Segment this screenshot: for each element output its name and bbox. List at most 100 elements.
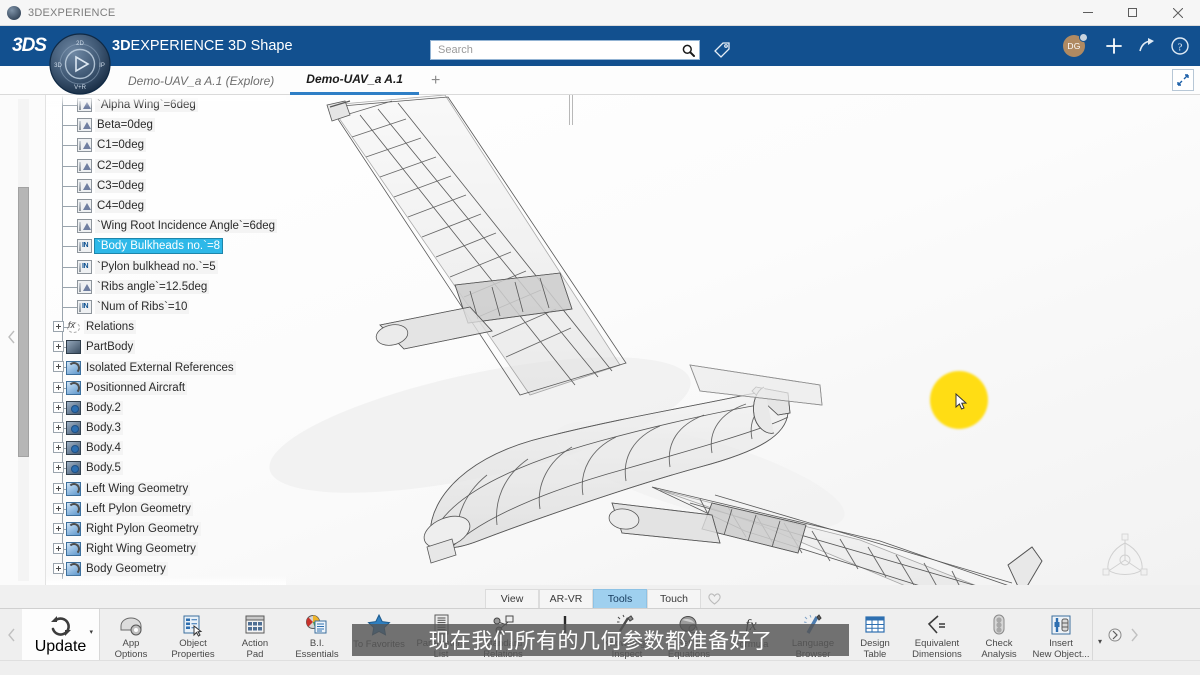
tab-tools[interactable]: Tools	[593, 589, 647, 608]
tree-expand-icon[interactable]	[53, 341, 64, 353]
tree-node[interactable]: Relations	[46, 317, 286, 337]
tree-node[interactable]: C3=0deg	[46, 176, 286, 196]
ribbon-button-bi-essentials[interactable]: B.I. Essentials	[286, 609, 348, 660]
tag-icon[interactable]	[712, 40, 732, 60]
body-icon	[66, 400, 81, 415]
tree-node[interactable]: Beta=0deg	[46, 115, 286, 135]
body-icon	[66, 461, 81, 476]
ribbon-button-label: App Options	[114, 638, 148, 660]
tree-expand-icon[interactable]	[53, 543, 64, 555]
design-table-icon	[861, 612, 889, 637]
search-input[interactable]	[438, 41, 677, 59]
tree-node[interactable]: Right Pylon Geometry	[46, 519, 286, 539]
heart-icon[interactable]	[701, 589, 727, 608]
plus-icon[interactable]	[1104, 26, 1124, 66]
tree-node-label: Left Wing Geometry	[84, 481, 191, 496]
app-title-rest: EXPERIENCE 3D Shape	[130, 38, 293, 54]
ribbon-button-equivalent-dimensions[interactable]: Equivalent Dimensions	[906, 609, 968, 660]
update-button[interactable]: Update ▾	[22, 609, 100, 660]
question-mark-icon[interactable]: ?	[1170, 26, 1190, 66]
tree-node[interactable]: Isolated External References	[46, 357, 286, 377]
ribbon-button-app-options[interactable]: App Options	[100, 609, 162, 660]
search-icon[interactable]	[677, 44, 699, 57]
tab-demo-uav[interactable]: Demo-UAV_a A.1	[290, 66, 419, 95]
tree-node-label: Body.4	[84, 441, 123, 456]
tree-node-label: Left Pylon Geometry	[84, 501, 193, 516]
tree-scrollbar[interactable]	[18, 99, 29, 581]
tree-node[interactable]: C1=0deg	[46, 135, 286, 155]
tree-scrollbar-thumb[interactable]	[18, 187, 29, 457]
tree-node[interactable]: IN `Body Bulkheads no.`=8	[46, 236, 286, 256]
tree-node[interactable]: PartBody	[46, 337, 286, 357]
tree-bottom-fade	[46, 575, 286, 585]
ribbon-prev-button[interactable]	[0, 609, 22, 660]
update-dropdown-caret[interactable]: ▾	[89, 628, 93, 636]
tree-node[interactable]: C2=0deg	[46, 156, 286, 176]
tab-demo-uav-explore[interactable]: Demo-UAV_a A.1 (Explore)	[112, 66, 290, 95]
tree-node[interactable]: Body.5	[46, 458, 286, 478]
tree-expand-icon[interactable]	[53, 401, 64, 413]
tree-node-label: Positionned Aircraft	[84, 380, 188, 395]
svg-text:IP: IP	[99, 63, 105, 69]
user-avatar[interactable]: DG	[1063, 26, 1088, 66]
ribbon-next-button[interactable]	[1123, 609, 1145, 660]
angle-parameter-icon	[77, 219, 92, 234]
angle-parameter-icon	[77, 138, 92, 153]
work-area: `Alpha Wing`=6degBeta=0degC1=0degC2=0deg…	[0, 95, 1200, 585]
tree-expand-icon[interactable]	[53, 563, 64, 575]
angle-parameter-icon	[77, 199, 92, 214]
expand-diagonal-icon[interactable]	[1172, 69, 1194, 91]
tree-node[interactable]: Left Pylon Geometry	[46, 499, 286, 519]
svg-text:2D: 2D	[76, 41, 84, 47]
tree-node[interactable]: Left Wing Geometry	[46, 479, 286, 499]
tree-expand-icon[interactable]	[53, 482, 64, 494]
tree-node[interactable]: C4=0deg	[46, 196, 286, 216]
integer-parameter-icon: IN	[77, 299, 92, 314]
ribbon-button-object-properties[interactable]: Object Properties	[162, 609, 224, 660]
ribbon-button-action-pad[interactable]: Action Pad	[224, 609, 286, 660]
ribbon-button-check-analysis[interactable]: Check Analysis	[968, 609, 1030, 660]
ribbon-overflow-caret[interactable]: ▾	[1093, 609, 1107, 660]
avatar-initials: DG	[1067, 41, 1081, 51]
ribbon-button-insert-new-object[interactable]: Insert New Object...	[1030, 609, 1092, 660]
tree-expand-icon[interactable]	[53, 502, 64, 514]
tree-expand-icon[interactable]	[53, 361, 64, 373]
share-arrow-icon[interactable]	[1137, 26, 1157, 66]
tree-node[interactable]: Body.2	[46, 398, 286, 418]
tree-node[interactable]: Body.4	[46, 438, 286, 458]
tab-touch[interactable]: Touch	[647, 589, 701, 608]
tree-expand-icon[interactable]	[53, 381, 64, 393]
tab-ar-vr[interactable]: AR-VR	[539, 589, 593, 608]
tree-collapse-button[interactable]	[6, 330, 17, 344]
tree-node[interactable]: `Wing Root Incidence Angle`=6deg	[46, 216, 286, 236]
tree-node[interactable]: `Ribs angle`=12.5deg	[46, 277, 286, 297]
angle-parameter-icon	[77, 279, 92, 294]
tree-node[interactable]: IN `Num of Ribs`=10	[46, 297, 286, 317]
tree-expand-icon[interactable]	[53, 321, 64, 333]
ribbon-button-design-table[interactable]: Design Table	[844, 609, 906, 660]
tree-expand-icon[interactable]	[53, 462, 64, 474]
tab-view[interactable]: View	[485, 589, 539, 608]
axis-compass-icon[interactable]	[1095, 530, 1155, 585]
minimize-button[interactable]	[1065, 0, 1110, 26]
maximize-button[interactable]	[1110, 0, 1155, 26]
tree-node[interactable]: Positionned Aircraft	[46, 378, 286, 398]
close-button[interactable]	[1155, 0, 1200, 26]
body-icon	[66, 421, 81, 436]
ribbon-button-label: Equivalent Dimensions	[912, 638, 962, 660]
tree-node[interactable]: Body.3	[46, 418, 286, 438]
tree-node[interactable]: IN `Pylon bulkhead no.`=5	[46, 257, 286, 277]
window-controls	[1065, 0, 1200, 26]
3d-compass-icon[interactable]: 2D 3D IP V+R	[48, 32, 112, 96]
ribbon-overflow-icon[interactable]	[1107, 609, 1123, 660]
tree-expand-icon[interactable]	[53, 522, 64, 534]
window-title: 3DEXPERIENCE	[28, 6, 116, 19]
add-tab-button[interactable]: +	[419, 66, 452, 95]
search-bar[interactable]	[430, 40, 700, 60]
insert-new-object-icon	[1047, 612, 1075, 637]
status-bar	[0, 660, 1200, 675]
tree-expand-icon[interactable]	[53, 442, 64, 454]
tree-node[interactable]: Right Wing Geometry	[46, 539, 286, 559]
document-tabs: Demo-UAV_a A.1 (Explore) Demo-UAV_a A.1 …	[112, 66, 452, 95]
tree-expand-icon[interactable]	[53, 422, 64, 433]
